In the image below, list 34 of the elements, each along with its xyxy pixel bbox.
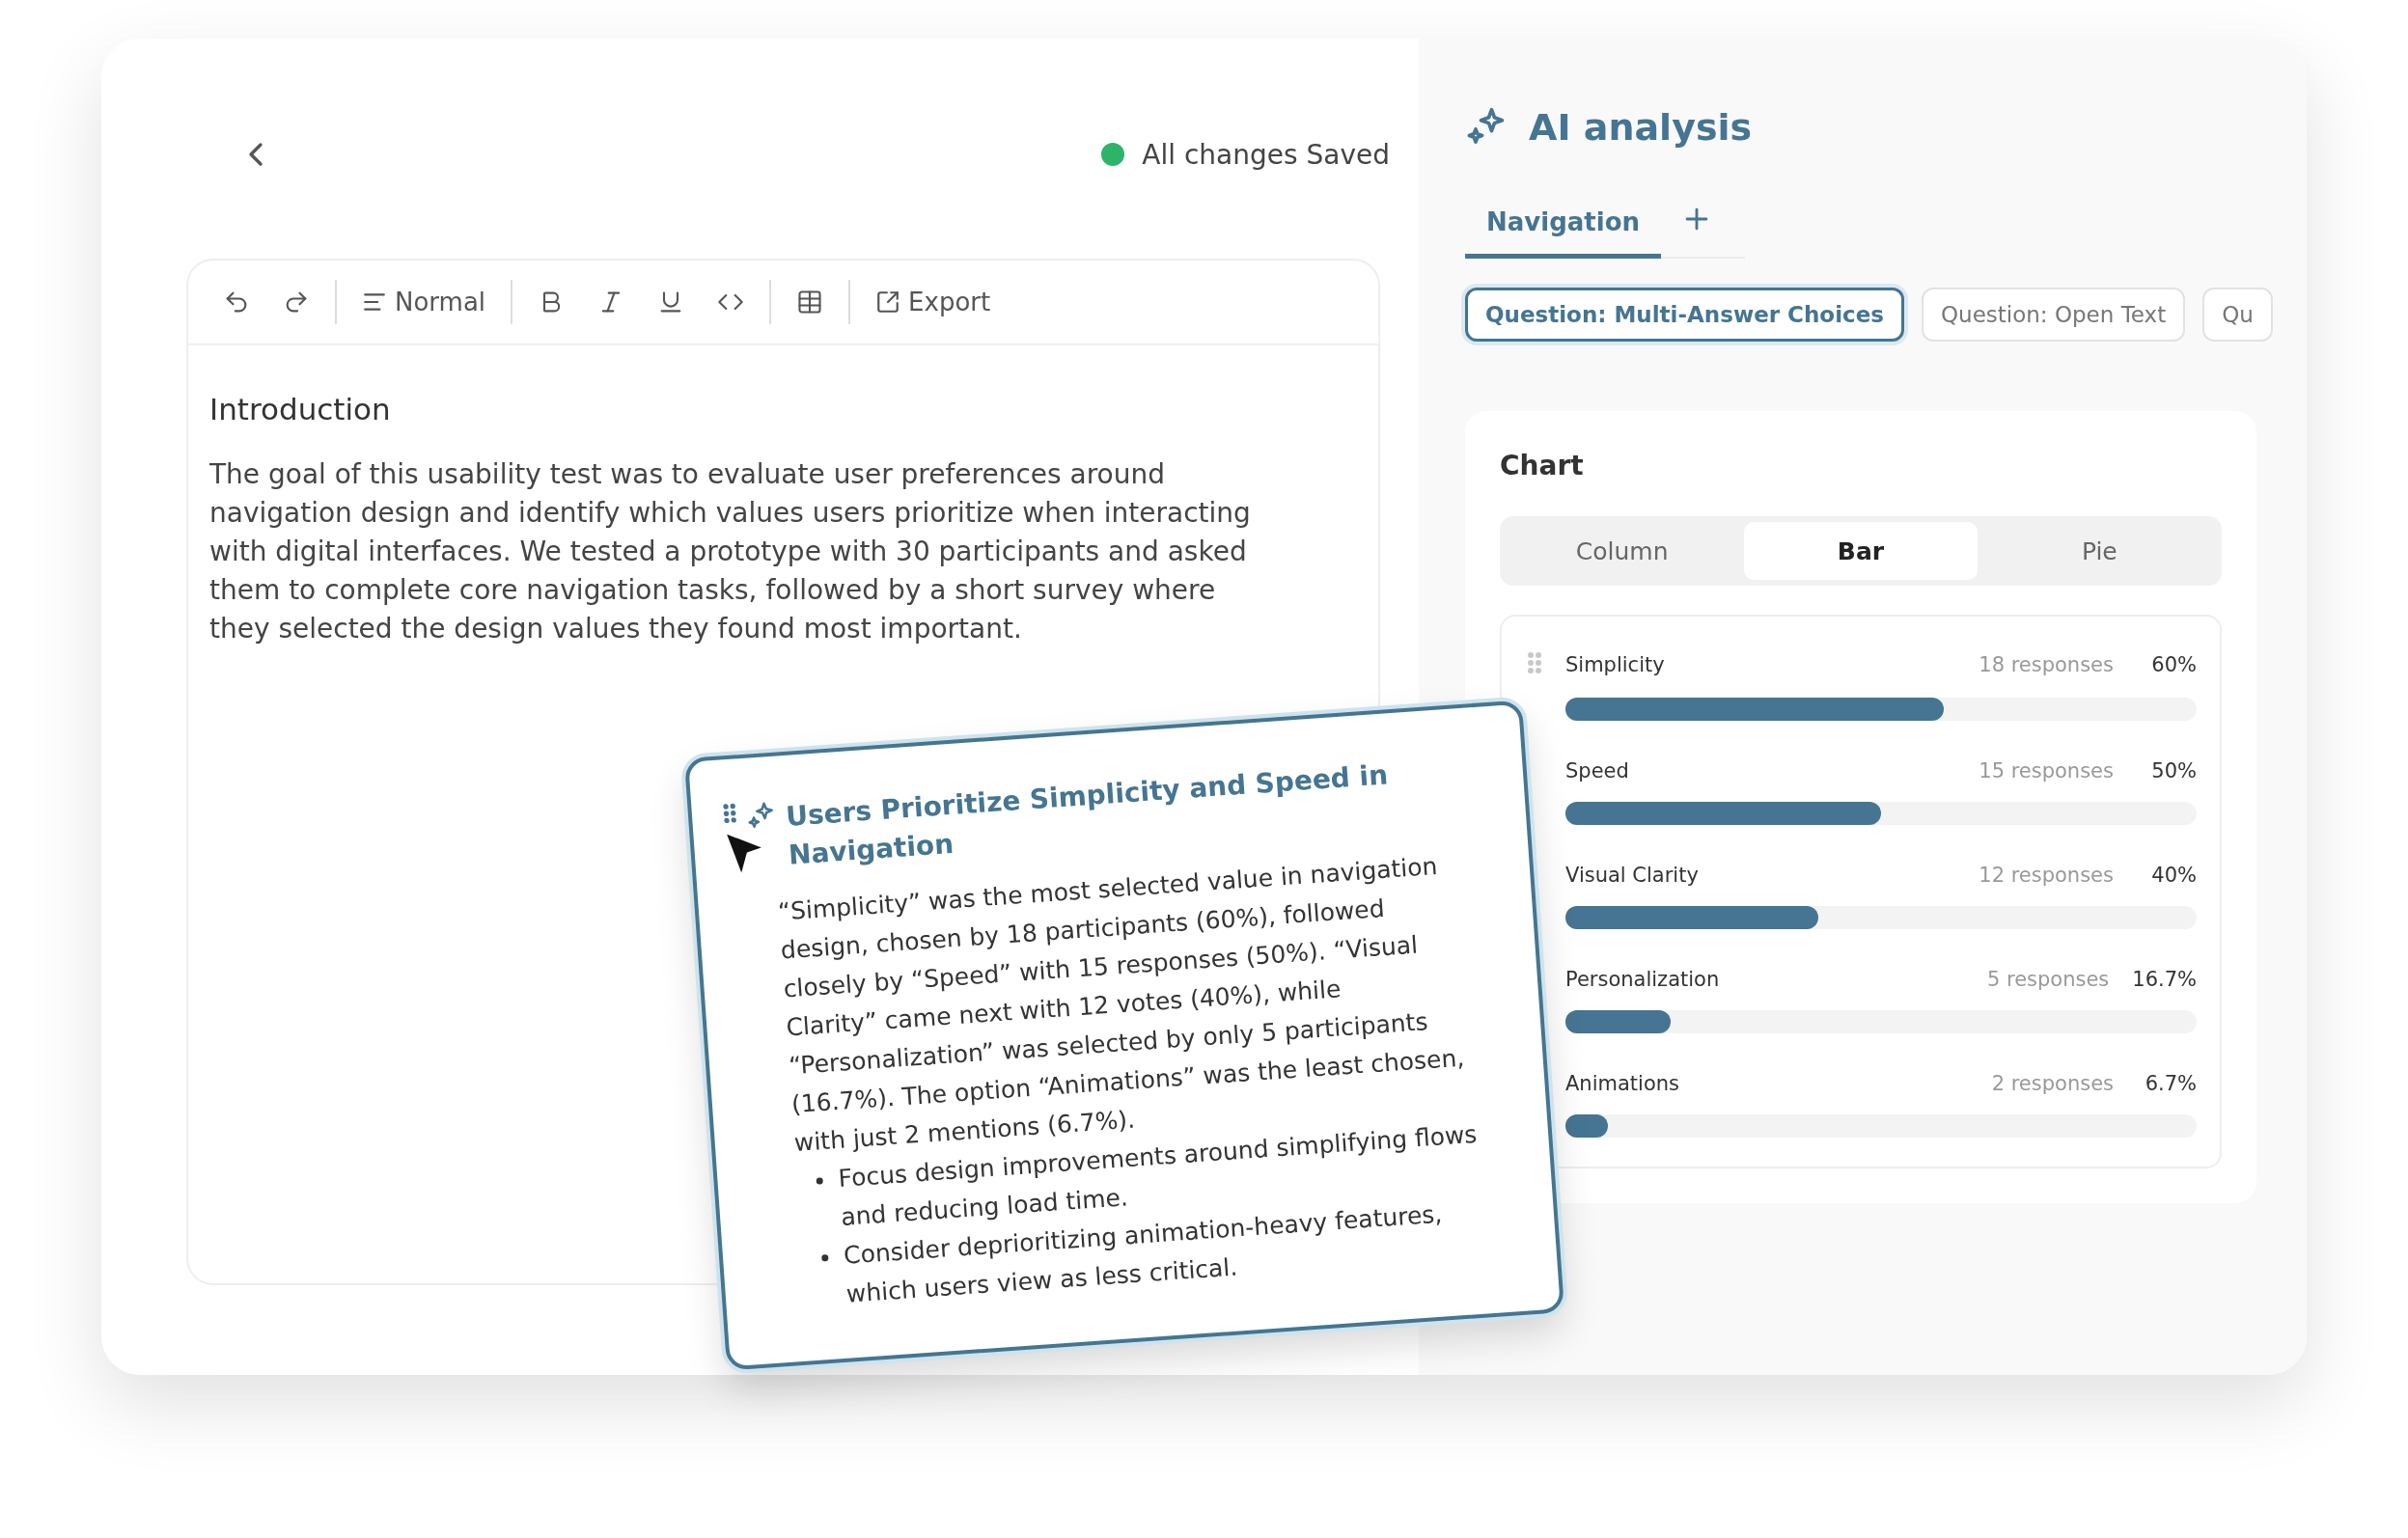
option-label: Visual Clarity — [1565, 864, 1700, 887]
option-label: Simplicity — [1565, 653, 1666, 676]
response-count: 15 responses — [1979, 759, 2114, 783]
percent-value: 50% — [2150, 759, 2197, 783]
section-heading: Introduction — [209, 392, 392, 426]
bullet-icon — [816, 1177, 823, 1185]
drag-handle-icon[interactable] — [722, 801, 738, 826]
bullet-icon — [821, 1253, 829, 1262]
panel-title: AI analysis — [1529, 106, 1753, 149]
percent-value: 60% — [2150, 653, 2197, 676]
response-count: 5 responses — [1986, 968, 2110, 991]
chart-type-option[interactable]: Column — [1506, 522, 1739, 580]
export-button[interactable]: Export — [862, 280, 1005, 324]
drag-handle-icon[interactable] — [1527, 651, 1542, 674]
percent-value: 16.7% — [2132, 968, 2197, 991]
option-label: Personalization — [1565, 968, 1721, 991]
text-style-button[interactable]: Normal — [348, 280, 500, 324]
export-icon — [875, 289, 901, 315]
percent-value: 6.7% — [2144, 1072, 2197, 1095]
chart-type-option[interactable]: Pie — [1982, 522, 2216, 580]
table-icon — [796, 288, 824, 316]
question-chip[interactable]: Qu — [2202, 288, 2273, 342]
body-paragraph: The goal of this usability test was to evaluate user preferences around navigation design and identify which values users prioritize when interacting with digital interfaces. We tested a prototype with 30 participants and asked them to complete core navigation tasks, followed by a short survey where they selected the design values they found most important. — [209, 457, 1252, 646]
response-count: 2 responses — [1991, 1072, 2114, 1095]
option-label: Animations — [1565, 1072, 1680, 1095]
response-count: 12 responses — [1979, 864, 2114, 887]
save-status: All changes Saved — [1142, 138, 1390, 171]
option-label: Speed — [1565, 759, 1630, 783]
chart-title: Chart — [1500, 450, 1585, 481]
tab[interactable]: Navigation — [1465, 207, 1662, 259]
chart-type-option[interactable]: Bar — [1744, 522, 1978, 580]
response-count: 18 responses — [1979, 653, 2114, 676]
percent-value: 40% — [2150, 864, 2197, 887]
question-chip[interactable]: Question: Open Text — [1921, 288, 2186, 342]
